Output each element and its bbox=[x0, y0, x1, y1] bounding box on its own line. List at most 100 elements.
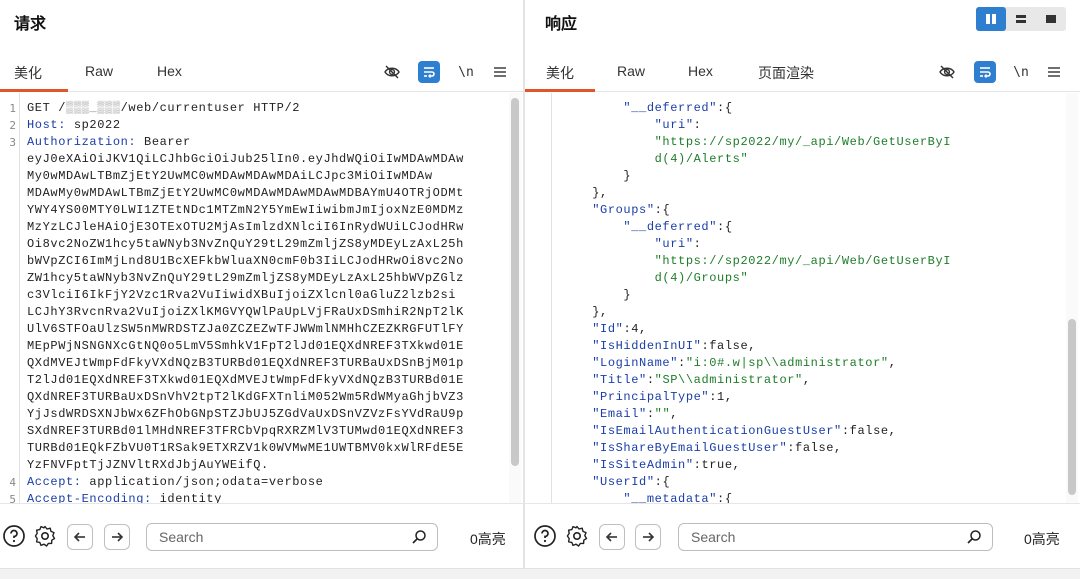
code-line: } bbox=[561, 168, 951, 185]
newline-icon[interactable]: \n bbox=[1010, 61, 1032, 83]
code-line: SXdNREF3TURBd01lMHdNREF3TFRCbVpqRXRZMlV3… bbox=[27, 423, 464, 440]
response-search-input[interactable] bbox=[679, 529, 930, 545]
code-token: :false, bbox=[701, 339, 757, 353]
code-token: eyJ0eXAiOiJKV1QiLCJhbGciOiJub25lIn0.eyJh… bbox=[27, 152, 464, 166]
code-token: Accept: bbox=[27, 475, 90, 489]
tab-hex[interactable]: Hex bbox=[688, 63, 713, 79]
code-line: Accept: application/json;odata=verbose bbox=[27, 474, 464, 491]
line-number: 1 bbox=[9, 102, 16, 115]
code-line: bWVpZCI6ImMjLnd8U1BcXEFkbWluaXN0cmF0b3Ii… bbox=[27, 253, 464, 270]
hide-icon[interactable] bbox=[936, 61, 958, 83]
code-token: Bearer bbox=[144, 135, 191, 149]
code-token: :{ bbox=[654, 203, 671, 217]
arrow-right-icon[interactable] bbox=[104, 524, 130, 550]
response-scrollbar[interactable] bbox=[1068, 319, 1076, 495]
code-token: }, bbox=[592, 186, 608, 200]
arrow-left-icon[interactable] bbox=[599, 524, 625, 550]
code-line: c3VlciI6IkFjY2Vzc1Rva2VuIiwidXBuIjoiZXlc… bbox=[27, 287, 464, 304]
code-token: LCJhY3RvcnRva2VuIjoiZXlKMGVYQWlPaUpLVjFR… bbox=[27, 305, 464, 319]
request-search-input[interactable] bbox=[147, 529, 379, 545]
line-number bbox=[0, 355, 19, 372]
wrap-icon[interactable] bbox=[974, 61, 996, 83]
request-editor[interactable]: 1 2 3 4 5 GET /▒▒▒_▒▒▒/web/currentuser HTTP/… bbox=[0, 93, 523, 503]
line-number bbox=[0, 304, 19, 321]
active-tab-indicator bbox=[0, 89, 68, 92]
code-token: "i:0#.w|sp\\administrator" bbox=[685, 356, 889, 370]
code-token: : bbox=[646, 373, 655, 387]
code-token: }, bbox=[592, 305, 608, 319]
code-token: /web/currentuser HTTP/2 bbox=[120, 101, 301, 115]
arrow-right-icon[interactable] bbox=[635, 524, 661, 550]
tab-pretty[interactable]: 美化 bbox=[546, 63, 574, 83]
tab-raw[interactable]: Raw bbox=[85, 63, 113, 79]
code-line: Oi8vc2NoZW1hcy5taWNyb3NvZnQuY29tL29mZmlj… bbox=[27, 236, 464, 253]
layout-split-icon[interactable] bbox=[976, 7, 1006, 31]
line-number bbox=[0, 185, 19, 202]
code-token: TURBd01EQkFZbVU0T1RSak9ETXRZV1k0WVMwME1U… bbox=[27, 441, 464, 455]
code-token: , bbox=[670, 407, 679, 421]
line-number bbox=[0, 253, 19, 270]
menu-icon[interactable] bbox=[1043, 61, 1065, 83]
code-token: "__deferred" bbox=[623, 220, 718, 234]
code-line: Accept-Encoding: identity bbox=[27, 491, 464, 503]
code-token: YjJsdWRDSXNJbWx6ZFhObGNpSTZJbUJ5ZGdVaUxD… bbox=[27, 407, 464, 421]
arrow-left-icon[interactable] bbox=[67, 524, 93, 550]
hide-icon[interactable] bbox=[381, 61, 403, 83]
line-number: 4 bbox=[9, 476, 16, 489]
code-token: : bbox=[678, 356, 686, 370]
response-tabs: 美化 Raw Hex 页面渲染 \n bbox=[525, 52, 1080, 92]
settings-icon[interactable] bbox=[33, 524, 57, 548]
code-token: "Title" bbox=[592, 373, 647, 387]
code-line: Host: sp2022 bbox=[27, 117, 464, 134]
code-token: :4, bbox=[623, 322, 647, 336]
response-editor[interactable]: "__deferred" :{ "uri": "https://sp2022/my… bbox=[525, 93, 1080, 503]
code-token: } bbox=[623, 288, 632, 302]
code-line: "uri": bbox=[561, 236, 951, 253]
code-token: "Id" bbox=[592, 322, 624, 336]
line-number bbox=[0, 440, 19, 457]
newline-icon[interactable]: \n bbox=[455, 61, 477, 83]
layout-horizontal-icon[interactable] bbox=[1006, 7, 1036, 31]
response-search-box bbox=[678, 523, 993, 551]
code-token: : bbox=[693, 237, 702, 251]
code-line: "IsEmailAuthenticationGuestUser":false, bbox=[561, 423, 951, 440]
help-icon[interactable] bbox=[2, 524, 26, 548]
tab-hex[interactable]: Hex bbox=[157, 63, 182, 79]
code-token: "https://sp2022/my/_api/Web/GetUserByI bbox=[654, 135, 952, 149]
code-token: :true, bbox=[693, 458, 741, 472]
tab-raw[interactable]: Raw bbox=[617, 63, 645, 79]
search-icon[interactable] bbox=[966, 529, 982, 550]
code-token: : bbox=[646, 407, 655, 421]
code-line: YzFNVFptTjJZNVltRXdJbjAuYWEifQ. bbox=[27, 457, 464, 474]
wrap-icon[interactable] bbox=[418, 61, 440, 83]
code-line: "Groups":{ bbox=[561, 202, 951, 219]
search-icon[interactable] bbox=[411, 529, 427, 550]
response-code[interactable]: "__deferred" :{ "uri": "https://sp2022/my… bbox=[561, 100, 951, 503]
request-pane: 请求 美化 Raw Hex \n 1 2 3 4 5 GET /▒▒▒_▒▒▒/web/… bbox=[0, 0, 523, 568]
line-number bbox=[0, 406, 19, 423]
request-scrollbar[interactable] bbox=[511, 98, 519, 466]
request-code[interactable]: GET /▒▒▒_▒▒▒/web/currentuser HTTP/2 Host:… bbox=[27, 100, 464, 503]
help-icon[interactable] bbox=[533, 524, 557, 548]
active-tab-indicator bbox=[525, 89, 595, 92]
code-token: :{ bbox=[654, 475, 671, 489]
code-line: My0wMDAwLTBmZjEtY2UwMC0wMDAwMDAwMDAiLCJp… bbox=[27, 168, 464, 185]
tab-pretty[interactable]: 美化 bbox=[14, 63, 42, 83]
code-token: d(4)/Groups" bbox=[654, 271, 749, 285]
menu-icon[interactable] bbox=[489, 61, 511, 83]
highlight-count: 0高亮 bbox=[1024, 531, 1060, 547]
code-token: MEpPWjNSNGNXcGtNQ0o5LmV5SmhkV1FpT2lJd01E… bbox=[27, 339, 464, 353]
code-line: "Id":4, bbox=[561, 321, 951, 338]
layout-single-icon[interactable] bbox=[1036, 7, 1066, 31]
code-line: MzYzLCJleHAiOjE3OTExOTU2MjAsImlzdXNlciI6… bbox=[27, 219, 464, 236]
code-token: QXdMVEJtWmpFdFkyVXdNQzB3TURBd01EQXdNREF3… bbox=[27, 356, 464, 370]
code-token: "IsShareByEmailGuestUser" bbox=[592, 441, 788, 455]
line-number bbox=[0, 372, 19, 389]
code-token: , bbox=[888, 356, 897, 370]
code-token: ZW1hcy5taWNyb3NvZnQuY29tL29mZmljZS8yMDEy… bbox=[27, 271, 464, 285]
line-number: 5 bbox=[9, 493, 16, 503]
tab-render[interactable]: 页面渲染 bbox=[758, 63, 814, 83]
code-token: :false, bbox=[841, 424, 897, 438]
settings-icon[interactable] bbox=[565, 524, 589, 548]
line-number bbox=[0, 287, 19, 304]
